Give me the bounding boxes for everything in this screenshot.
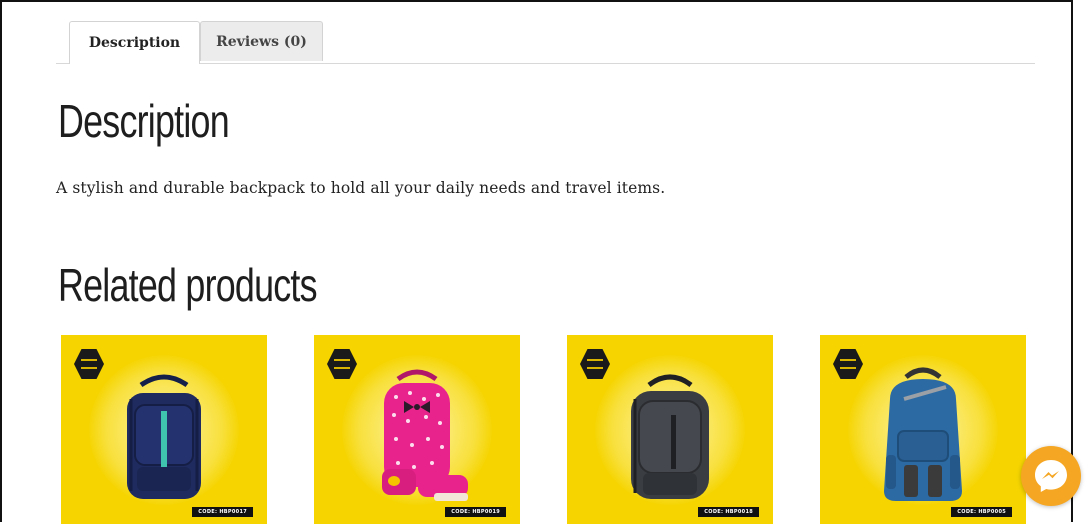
tab-reviews[interactable]: Reviews (0) (200, 21, 323, 61)
messenger-chat-button[interactable] (1021, 446, 1081, 506)
product-tabs: Description Reviews (0) (56, 19, 1035, 64)
product-code-tag: CODE: HBP0018 (698, 507, 759, 517)
related-product-card[interactable]: CODE: HBP0017 (61, 335, 267, 524)
product-code-tag: CODE: HBP0019 (445, 507, 506, 517)
related-product-card[interactable]: CODE: HBP0018 (567, 335, 773, 524)
related-product-card[interactable]: CODE: HBP0019 (314, 335, 520, 524)
backpack-image (631, 374, 709, 499)
description-heading: Description (58, 95, 230, 147)
backpack-image (127, 374, 201, 499)
page-frame: Description Reviews (0) Description A st… (0, 0, 1073, 524)
backpack-image (382, 369, 468, 501)
related-products-heading: Related products (58, 259, 318, 311)
messenger-icon (1035, 460, 1067, 492)
related-product-card[interactable]: CODE: HBP0005 (820, 335, 1026, 524)
tab-description[interactable]: Description (69, 21, 200, 64)
product-code-tag: CODE: HBP0005 (951, 507, 1012, 517)
backpack-image (884, 367, 962, 501)
product-code-tag: CODE: HBP0017 (192, 507, 253, 517)
description-text: A stylish and durable backpack to hold a… (56, 179, 666, 197)
